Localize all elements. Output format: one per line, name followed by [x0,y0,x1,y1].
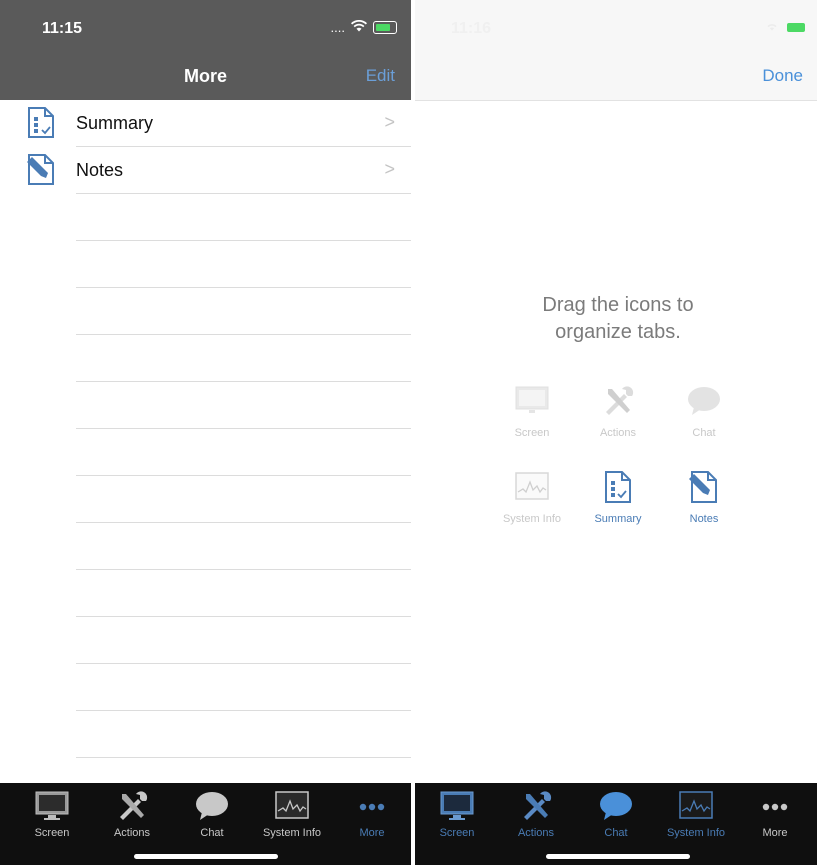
empty-row [0,570,411,617]
wifi-icon [351,19,367,35]
tab-actions[interactable]: Actions [92,783,172,839]
battery-charging-icon [787,22,805,32]
edit-button[interactable]: Edit [366,66,395,86]
tab-system-info[interactable]: System Info [252,783,332,839]
actions-icon [524,791,552,820]
tab-screen[interactable]: Screen [12,783,92,839]
empty-row [0,382,411,429]
list-item-label: Notes [76,160,124,180]
instruction-text: Drag the icons to organize tabs. [415,292,817,346]
grid-item-chat[interactable]: Chat [659,383,749,439]
grid-item-label: Screen [514,427,550,439]
tab-label: Screen [34,827,70,839]
grid-item-summary[interactable]: Summary [573,469,663,525]
notes-icon [689,471,717,503]
tab-bar: Screen Actions Chat System Info More [0,783,411,865]
tab-more[interactable]: More [332,783,411,839]
instruction-line: Drag the icons to [542,294,694,316]
empty-row [0,288,411,335]
status-icons [765,20,805,34]
done-button[interactable]: Done [762,66,803,86]
more-icon [359,803,385,811]
tab-system-info[interactable]: System Info [656,783,736,839]
grid-item-label: Notes [689,513,719,525]
more-screen: 11:15 .... More Edit Summary > Notes > S… [0,0,411,865]
home-indicator [133,854,278,859]
tab-label: Screen [439,827,475,839]
actions-icon [120,791,148,820]
signal-indicator: .... [330,20,345,35]
tab-more[interactable]: More [735,783,815,839]
tab-label: Chat [604,827,628,839]
screen-icon [35,791,69,820]
empty-row [0,194,411,241]
chat-icon [600,792,632,820]
row-divider [76,757,411,758]
tab-label: Actions [517,827,555,839]
screen-icon [440,791,474,820]
grid-item-label: System Info [502,513,562,525]
grid-item-screen[interactable]: Screen [487,383,577,439]
grid-item-label: Summary [594,513,642,525]
empty-row [0,429,411,476]
nav-bar: 11:16 Done [415,0,817,101]
empty-row [0,523,411,570]
system-info-icon [679,791,713,819]
more-icon [762,803,788,811]
battery-charging-icon [373,21,397,34]
empty-row [0,241,411,288]
tab-label: System Info [666,827,726,839]
tab-chat[interactable]: Chat [576,783,656,839]
chat-icon [196,792,228,820]
notes-icon [27,154,54,185]
list-item-summary[interactable]: Summary > [0,100,411,147]
chevron-right-icon: > [384,112,395,132]
chat-icon [688,387,720,415]
status-icons: .... [330,19,397,35]
nav-bar: 11:15 .... More Edit [0,0,411,100]
empty-row [0,476,411,523]
status-time: 11:16 [451,20,492,37]
list-item-label: Summary [76,113,154,133]
wifi-icon [765,20,779,34]
grid-item-notes[interactable]: Notes [659,469,749,525]
tab-label: Chat [200,827,224,839]
actions-icon [606,386,634,415]
summary-icon [28,107,54,138]
summary-icon [605,471,631,503]
tab-label: Actions [113,827,151,839]
tab-label: More [359,827,385,839]
grid-item-label: Chat [692,427,716,439]
status-time: 11:15 [42,20,83,37]
system-info-icon [515,472,549,500]
tab-label: More [762,827,788,839]
grid-item-label: Actions [599,427,637,439]
more-list: Summary > Notes > [0,100,411,758]
tab-chat[interactable]: Chat [172,783,252,839]
tab-bar: Screen Actions Chat System Info More [415,783,817,865]
grid-item-actions[interactable]: Actions [573,383,663,439]
list-item-notes[interactable]: Notes > [0,147,411,194]
page-title: More [183,66,227,86]
grid-item-system-info[interactable]: System Info [487,469,577,525]
chevron-right-icon: > [384,159,395,179]
empty-row [0,664,411,711]
tab-screen[interactable]: Screen [417,783,497,839]
system-info-icon [275,791,309,819]
tab-actions[interactable]: Actions [496,783,576,839]
empty-row [0,617,411,664]
empty-row [0,711,411,758]
tab-label: System Info [262,827,322,839]
instruction-line: organize tabs. [555,321,681,343]
empty-row [0,335,411,382]
home-indicator [546,854,690,859]
screen-icon [515,386,549,413]
configure-screen: 11:16 Done Drag the icons to organize tab… [415,0,817,865]
